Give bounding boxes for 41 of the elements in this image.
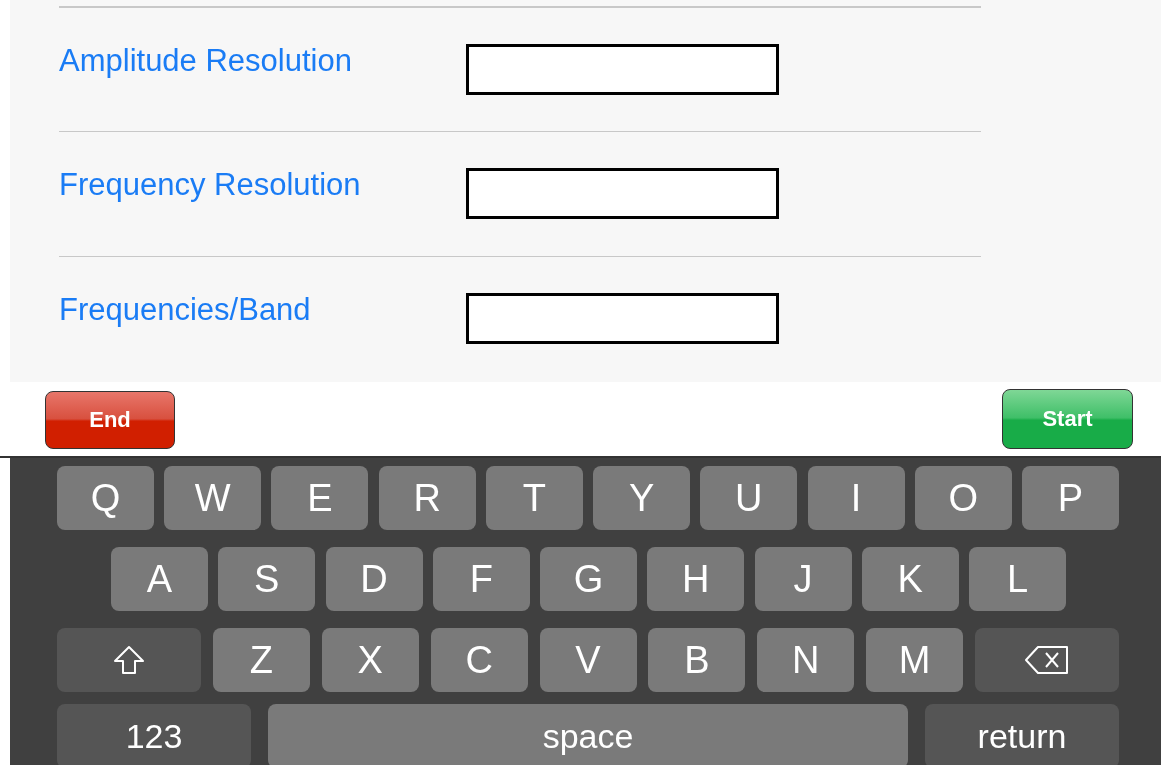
letter-key[interactable]: Z	[212, 628, 310, 692]
letter-key[interactable]: D	[325, 547, 423, 611]
shift-arrow-icon	[113, 645, 145, 675]
field-label: Amplitude Resolution	[59, 43, 353, 79]
letter-key[interactable]: B	[648, 628, 746, 692]
field-label: Frequency Resolution	[59, 167, 362, 203]
space-key[interactable]: space	[268, 704, 908, 765]
input-field[interactable]	[466, 293, 779, 344]
letter-key[interactable]: V	[539, 628, 637, 692]
end-button[interactable]: End	[45, 391, 175, 449]
letter-key[interactable]: X	[321, 628, 419, 692]
letter-key[interactable]: L	[969, 547, 1066, 611]
letter-key[interactable]: O	[914, 466, 1012, 530]
letter-key[interactable]: T	[485, 466, 583, 530]
letter-key[interactable]: S	[218, 547, 316, 611]
input-field[interactable]	[466, 44, 779, 95]
letter-key[interactable]: A	[111, 547, 208, 611]
input-field[interactable]	[466, 168, 779, 219]
shift-key[interactable]	[57, 628, 201, 692]
letter-key[interactable]: J	[754, 547, 852, 611]
numbers-key[interactable]: 123	[57, 704, 251, 765]
backspace-key[interactable]	[975, 628, 1119, 692]
start-button[interactable]: Start	[1002, 389, 1133, 449]
field-label: Frequencies/Band	[59, 292, 312, 328]
letter-key[interactable]: E	[271, 466, 369, 530]
letter-key[interactable]: G	[540, 547, 637, 611]
letter-key[interactable]: I	[807, 466, 905, 530]
letter-key[interactable]: R	[378, 466, 476, 530]
letter-key[interactable]: K	[861, 547, 959, 611]
letter-key[interactable]: U	[700, 466, 798, 530]
letter-key[interactable]: F	[432, 547, 530, 611]
letter-key[interactable]: Q	[57, 466, 154, 530]
letter-key[interactable]: M	[866, 628, 964, 692]
letter-key[interactable]: Y	[593, 466, 691, 530]
letter-key[interactable]: W	[164, 466, 262, 530]
letter-key[interactable]: C	[430, 628, 528, 692]
letter-key[interactable]: P	[1021, 466, 1119, 530]
backspace-icon	[1024, 645, 1070, 675]
return-key[interactable]: return	[925, 704, 1119, 765]
letter-key[interactable]: H	[647, 547, 745, 611]
letter-key[interactable]: N	[757, 628, 855, 692]
